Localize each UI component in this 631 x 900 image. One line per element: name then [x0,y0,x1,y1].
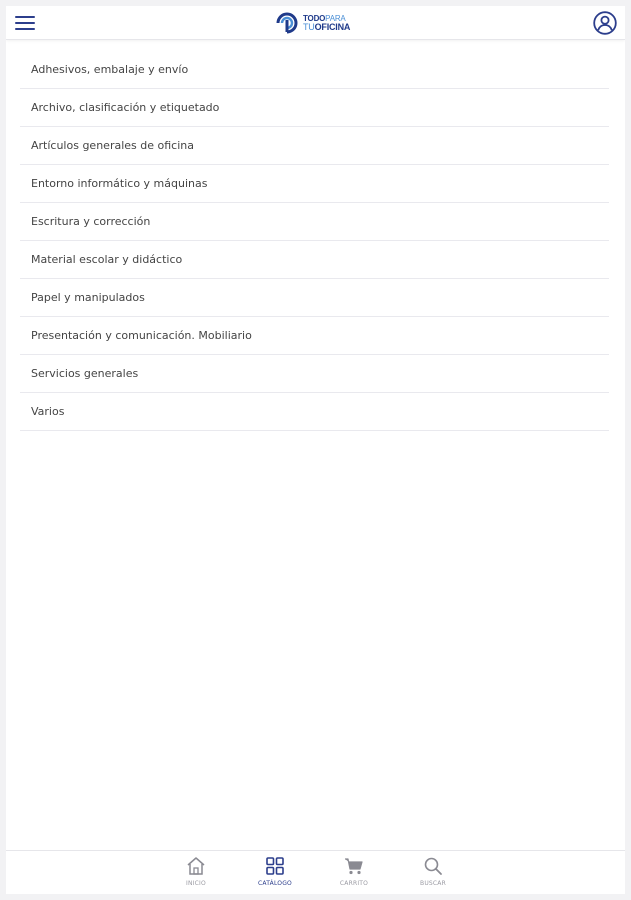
cart-icon [345,858,363,875]
nav-label-inicio: INICIO [186,880,206,887]
hamburger-menu-icon[interactable] [14,14,36,32]
logo-wordmark: TODOPARA TUOFICINA [303,15,351,32]
category-item-escritura[interactable]: Escritura y corrección [20,203,609,241]
nav-label-carrito: CARRITO [339,880,369,887]
user-account-icon[interactable] [593,11,617,35]
nav-buscar[interactable]: BUSCAR [403,855,463,893]
grid-icon [266,857,284,875]
logo-word-oficina: OFICINA [314,22,351,32]
search-icon [424,857,442,875]
category-item-material-escolar[interactable]: Material escolar y didáctico [20,241,609,279]
top-app-bar: TODOPARA TUOFICINA [6,6,625,40]
category-item-archivo[interactable]: Archivo, clasificación y etiquetado [20,89,609,127]
user-avatar-graphic [593,11,617,35]
category-item-entorno-informatico[interactable]: Entorno informático y máquinas [20,165,609,203]
category-item-presentacion[interactable]: Presentación y comunicación. Mobiliario [20,317,609,355]
category-list: Adhesivos, embalaje y envío Archivo, cla… [20,51,609,431]
home-icon [187,857,205,875]
brand-logo[interactable]: TODOPARA TUOFICINA [274,10,358,36]
nav-carrito[interactable]: CARRITO [324,855,384,893]
logo-mark-icon [276,12,298,34]
category-item-papel[interactable]: Papel y manipulados [20,279,609,317]
app-screen: TODOPARA TUOFICINA Adhesivos, embalaje y… [6,6,625,894]
bottom-navigation: INICIO CATÁLOGO CARRITO BUSCAR [6,850,625,894]
nav-label-buscar: BUSCAR [420,880,446,887]
nav-label-catalogo: CATÁLOGO [258,880,292,887]
category-item-articulos-generales[interactable]: Artículos generales de oficina [20,127,609,165]
category-item-varios[interactable]: Varios [20,393,609,431]
category-item-adhesivos[interactable]: Adhesivos, embalaje y envío [20,51,609,89]
nav-catalogo[interactable]: CATÁLOGO [245,855,305,893]
category-item-servicios[interactable]: Servicios generales [20,355,609,393]
nav-inicio[interactable]: INICIO [166,855,226,893]
logo-word-tu: TU [303,22,315,32]
